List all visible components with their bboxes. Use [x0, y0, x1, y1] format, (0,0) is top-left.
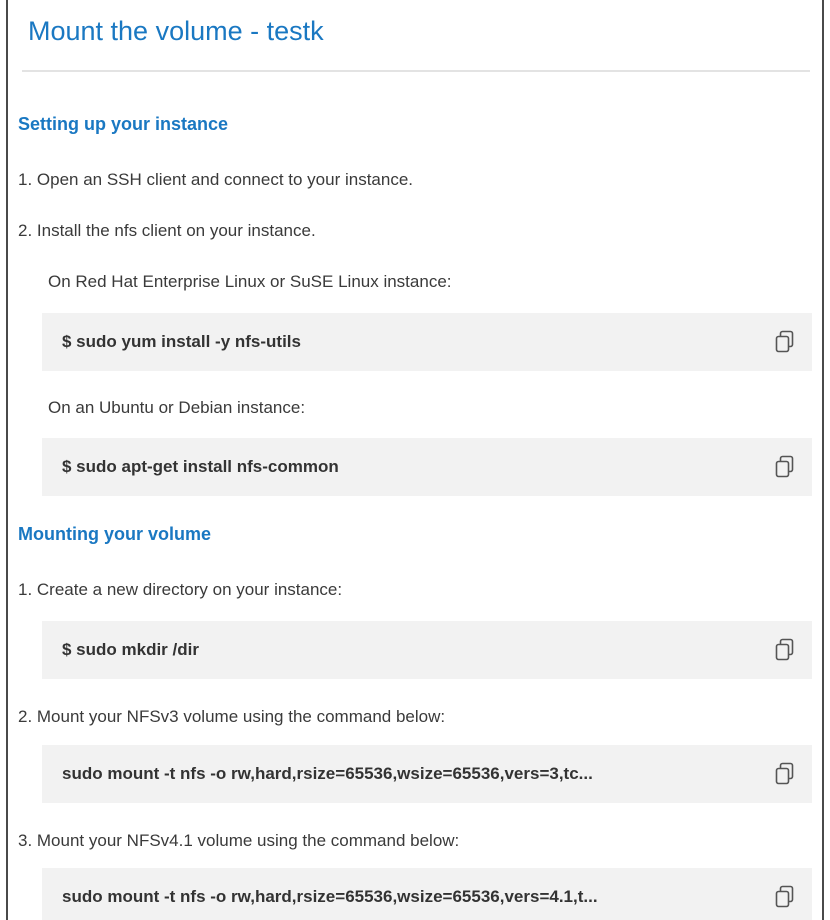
copy-icon[interactable] [774, 455, 796, 479]
page-title: Mount the volume - testk [28, 16, 324, 46]
ubuntu-command: $ sudo apt-get install nfs-common [62, 457, 339, 476]
mkdir-command-block: $ sudo mkdir /dir [42, 621, 812, 679]
mount-step-2: 2. Mount your NFSv3 volume using the com… [18, 707, 446, 726]
rhel-instance-label: On Red Hat Enterprise Linux or SuSE Linu… [48, 272, 452, 291]
rhel-command-block: $ sudo yum install -y nfs-utils [42, 313, 812, 371]
nfsv3-command: sudo mount -t nfs -o rw,hard,rsize=65536… [62, 764, 593, 783]
nfsv41-command: sudo mount -t nfs -o rw,hard,rsize=65536… [62, 887, 598, 906]
section-heading-setup: Setting up your instance [18, 114, 229, 134]
mkdir-command: $ sudo mkdir /dir [62, 640, 199, 659]
copy-icon[interactable] [774, 885, 796, 909]
mount-step-3: 3. Mount your NFSv4.1 volume using the c… [18, 831, 460, 850]
ubuntu-command-block: $ sudo apt-get install nfs-common [42, 438, 812, 496]
title-divider [22, 70, 810, 72]
ubuntu-instance-label: On an Ubuntu or Debian instance: [48, 398, 306, 417]
nfsv41-command-block: sudo mount -t nfs -o rw,hard,rsize=65536… [42, 868, 812, 920]
copy-icon[interactable] [774, 762, 796, 786]
mount-step-1: 1. Create a new directory on your instan… [18, 580, 343, 599]
setup-step-2: 2. Install the nfs client on your instan… [18, 221, 316, 240]
copy-icon[interactable] [774, 330, 796, 354]
setup-step-1: 1. Open an SSH client and connect to you… [18, 170, 414, 189]
rhel-command: $ sudo yum install -y nfs-utils [62, 332, 301, 351]
copy-icon[interactable] [774, 638, 796, 662]
nfsv3-command-block: sudo mount -t nfs -o rw,hard,rsize=65536… [42, 745, 812, 803]
section-heading-mounting: Mounting your volume [18, 524, 211, 544]
mount-volume-panel: Mount the volume - testk Setting up your… [6, 0, 824, 920]
